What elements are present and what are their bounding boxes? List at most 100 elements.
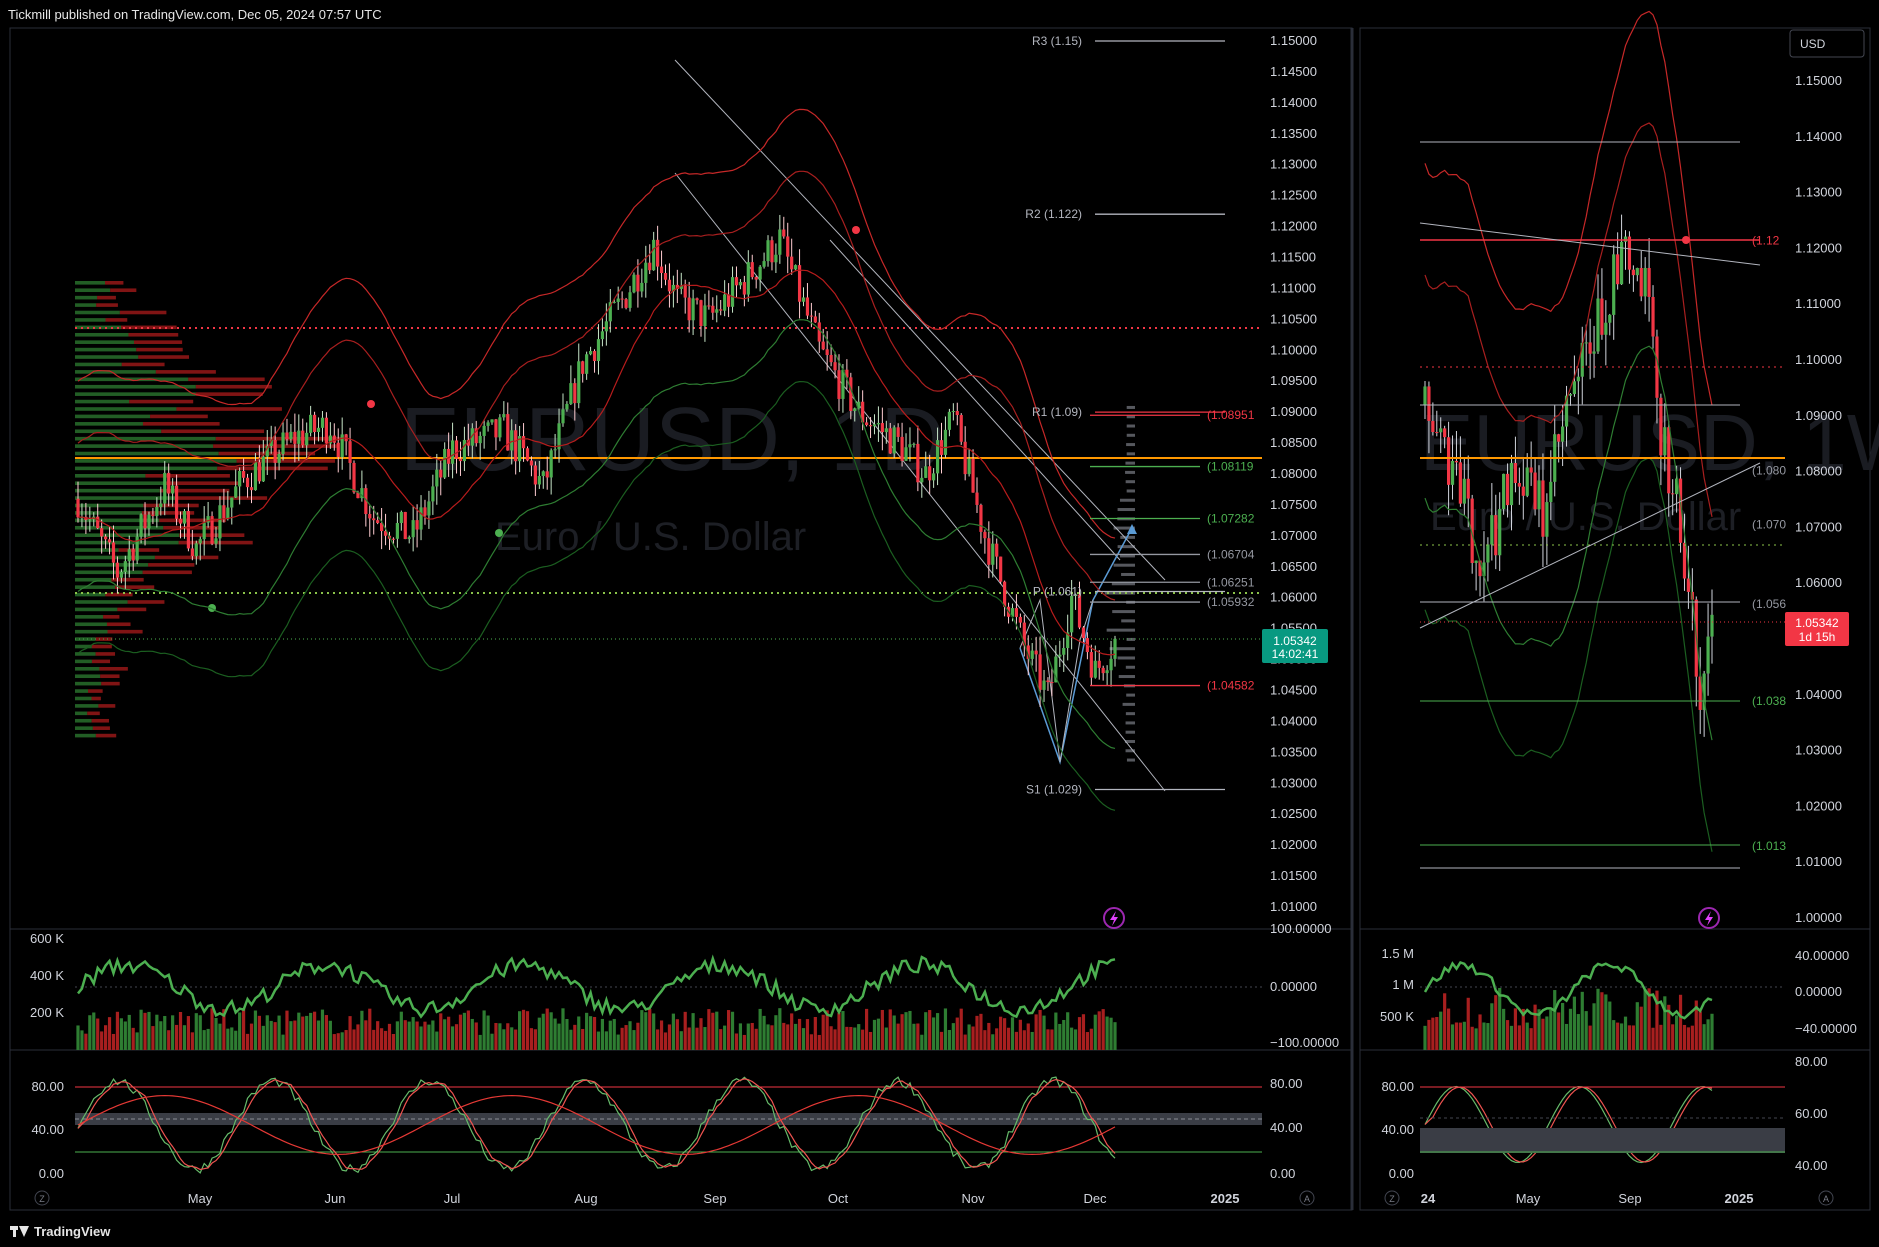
pivot-label: P (1.061) bbox=[1033, 585, 1082, 599]
candle-body bbox=[1576, 376, 1580, 382]
candle-body bbox=[143, 514, 147, 529]
candle-body bbox=[1541, 480, 1545, 537]
volume-bar bbox=[458, 1014, 463, 1050]
candle-body bbox=[900, 436, 904, 461]
volume-profile-bar bbox=[129, 399, 194, 404]
volume-profile-bar bbox=[103, 615, 120, 619]
candle-body bbox=[478, 435, 482, 444]
volume-bar bbox=[1097, 1011, 1101, 1050]
volume-bar bbox=[131, 1027, 135, 1050]
volume-bar bbox=[896, 1023, 900, 1050]
candle-body bbox=[214, 538, 218, 544]
volume-bar bbox=[864, 1008, 869, 1050]
volume-bar bbox=[628, 1021, 632, 1050]
volume-bar bbox=[924, 1012, 928, 1050]
candle-body bbox=[320, 417, 325, 428]
candle-body bbox=[691, 298, 695, 321]
volume-bar bbox=[549, 1012, 553, 1050]
volume-bar bbox=[640, 1010, 644, 1050]
volume-bar bbox=[1635, 1002, 1639, 1050]
candle-body bbox=[443, 448, 447, 478]
candle-body bbox=[1038, 654, 1042, 690]
volume-bar bbox=[510, 1027, 514, 1050]
volume-bar bbox=[782, 1022, 786, 1050]
volume-profile-bar bbox=[110, 288, 137, 293]
volume-profile-bar bbox=[1122, 702, 1135, 706]
left-price-axis[interactable]: 1.15000 1.14500 1.14000 1.13500 1.13000 1.125… bbox=[1270, 33, 1317, 914]
volume-bar bbox=[577, 1016, 581, 1050]
candle-body bbox=[1446, 437, 1451, 485]
tradingview-footer[interactable]: TradingView bbox=[10, 1224, 110, 1239]
candle-body bbox=[758, 266, 762, 280]
volume-bar bbox=[1702, 1024, 1706, 1050]
candle-body bbox=[1097, 660, 1101, 668]
volume-bar bbox=[514, 1029, 518, 1050]
volume-bar bbox=[581, 1028, 585, 1050]
volume-bar bbox=[1470, 1026, 1474, 1050]
volume-bar bbox=[364, 1020, 368, 1050]
level-label: (1.04582 bbox=[1207, 679, 1255, 693]
candle-body bbox=[139, 514, 143, 537]
volume-bar bbox=[1600, 992, 1604, 1050]
volume-bar bbox=[1513, 1008, 1518, 1050]
volume-bar bbox=[1443, 993, 1447, 1050]
volume-profile-bar bbox=[1125, 480, 1135, 484]
candle-body bbox=[1529, 467, 1533, 473]
volume-profile-bar bbox=[75, 451, 219, 456]
candle-body bbox=[577, 361, 581, 404]
volume-bar bbox=[991, 1034, 995, 1050]
currency-button[interactable]: USD bbox=[1789, 29, 1865, 58]
candle-body bbox=[1486, 544, 1490, 563]
volume-bar bbox=[498, 1023, 502, 1050]
volume-bar bbox=[1517, 1025, 1521, 1050]
volume-bar bbox=[107, 1017, 112, 1050]
volume-bar bbox=[1474, 1028, 1478, 1050]
volume-bar bbox=[723, 1025, 727, 1050]
candle-body bbox=[178, 518, 183, 524]
volume-bar bbox=[1580, 991, 1584, 1050]
volume-bar bbox=[1505, 1020, 1510, 1050]
candle-body bbox=[257, 462, 261, 482]
time-tick-label: May bbox=[188, 1191, 213, 1206]
candle-body bbox=[391, 538, 396, 540]
volume-bar bbox=[794, 1023, 798, 1050]
candle-body bbox=[596, 339, 601, 362]
candle-body bbox=[1682, 542, 1687, 579]
volume-profile-bar bbox=[75, 303, 97, 307]
volume-bar bbox=[1034, 1014, 1038, 1050]
candle-body bbox=[537, 475, 541, 485]
candle-body bbox=[1517, 483, 1521, 487]
candle-body bbox=[1046, 680, 1050, 683]
volume-profile-bar bbox=[145, 474, 230, 478]
volume-profile-bar bbox=[75, 689, 89, 693]
candle-body bbox=[588, 350, 593, 355]
candle-body bbox=[1623, 236, 1628, 242]
volume-bar bbox=[1435, 1016, 1439, 1050]
volume-bar bbox=[1529, 1028, 1533, 1050]
volume-profile-bar bbox=[75, 637, 96, 641]
time-tick-label: 24 bbox=[1421, 1191, 1436, 1206]
volume-profile-bar bbox=[96, 303, 118, 307]
chart-canvas[interactable]: EURUSD, 1D Euro / U.S. Dollar EURUSD, 1W… bbox=[0, 0, 1879, 1247]
candle-body bbox=[699, 300, 703, 327]
volume-bar bbox=[766, 1024, 770, 1050]
pivot-label: S1 (1.029) bbox=[1026, 782, 1082, 796]
volume-bar bbox=[1525, 1022, 1529, 1050]
volume-bar bbox=[1568, 1008, 1573, 1050]
volume-profile-bar bbox=[95, 733, 117, 738]
volume-bar bbox=[399, 1011, 403, 1050]
volume-bar bbox=[679, 1031, 683, 1050]
volume-bar bbox=[1647, 988, 1651, 1050]
volume-bar bbox=[920, 1034, 924, 1050]
volume-bar bbox=[143, 1012, 147, 1050]
volume-bar bbox=[242, 1008, 246, 1050]
volume-bar bbox=[482, 1010, 486, 1050]
volume-profile-bar bbox=[75, 585, 116, 589]
candle-body bbox=[435, 469, 439, 487]
volume-bar bbox=[857, 1024, 861, 1050]
candle-body bbox=[750, 262, 754, 278]
price-tick-label: 1.11500 bbox=[1270, 250, 1316, 265]
volume-bar bbox=[419, 1026, 423, 1050]
candle-body bbox=[533, 465, 537, 485]
volume-bar bbox=[1062, 1019, 1066, 1050]
